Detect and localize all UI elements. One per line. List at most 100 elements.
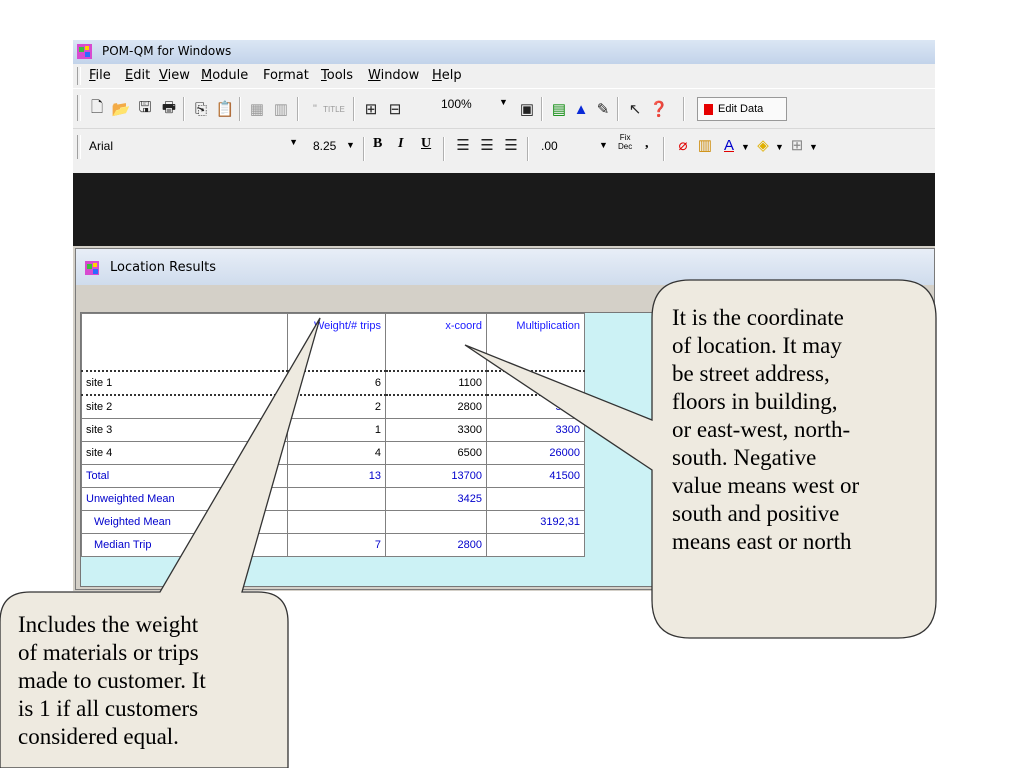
stop-icon: [704, 103, 713, 115]
color-bars-icon[interactable]: ▥: [695, 135, 715, 155]
table-row[interactable]: Median Trip 7 2800: [81, 533, 585, 557]
table-row[interactable]: Weighted Mean 3192,31: [81, 510, 585, 534]
italic-button[interactable]: I: [398, 136, 403, 152]
menu-help-key: H: [432, 68, 442, 83]
whats-this-help-icon[interactable]: ↖: [625, 99, 645, 119]
font-color-icon[interactable]: A: [719, 135, 739, 155]
bold-button[interactable]: B: [373, 136, 382, 152]
cell-multiplication[interactable]: [486, 370, 585, 396]
insert-rows-icon[interactable]: ▦: [247, 99, 267, 119]
open-folder-icon[interactable]: 📂: [111, 99, 131, 119]
decimals-select[interactable]: .00 ▼: [535, 135, 613, 157]
toolbar-separator: [183, 97, 185, 121]
cell-multiplication[interactable]: 26000: [486, 441, 585, 465]
comma-button[interactable]: ,: [645, 136, 649, 152]
cell-x-coord[interactable]: 2800: [385, 394, 487, 419]
cell-multiplication[interactable]: 5600: [486, 394, 585, 419]
save-icon[interactable]: 🖫: [135, 99, 155, 119]
menu-help[interactable]: Help: [432, 68, 462, 83]
row-label[interactable]: site 1: [81, 370, 288, 396]
cell-multiplication[interactable]: 3300: [486, 418, 585, 442]
column-width-icon[interactable]: ⊞: [361, 99, 381, 119]
font-color-dropdown-icon[interactable]: ▼: [741, 142, 750, 152]
callout-right-line: or east-west, north-: [672, 417, 851, 442]
graph-icon[interactable]: ▲: [571, 99, 591, 119]
row-label[interactable]: Weighted Mean: [81, 510, 288, 534]
menu-edit[interactable]: Edit: [125, 68, 150, 83]
help-icon[interactable]: ❓: [649, 99, 669, 119]
cell-x-coord[interactable]: 3300: [385, 418, 487, 442]
menu-window[interactable]: Window: [368, 68, 419, 83]
align-right-icon[interactable]: ☰: [501, 135, 521, 155]
row-label[interactable]: site 4: [81, 441, 288, 465]
table-row[interactable]: site 4 4 6500 26000: [81, 441, 585, 465]
standard-toolbar: 🗋 📂 🖫 🖶 ⎘ 📋 ▦ ▥ " TITLE ⊞ ⊟ 100% ▼ ▣ ▤ ▲…: [73, 88, 935, 129]
borders-dropdown-icon[interactable]: ▼: [809, 142, 818, 152]
cell-weight[interactable]: [287, 487, 386, 511]
cell-x-coord[interactable]: 13700: [385, 464, 487, 488]
menu-file[interactable]: File: [89, 68, 111, 83]
zoom-dropdown-arrow-icon[interactable]: ▼: [499, 97, 508, 107]
new-file-icon[interactable]: 🗋: [87, 99, 107, 119]
cell-x-coord[interactable]: [385, 510, 487, 534]
row-label[interactable]: site 2: [81, 394, 288, 419]
font-size-select[interactable]: 8.25 ▼: [313, 135, 357, 157]
paste-icon[interactable]: 📋: [215, 99, 235, 119]
insert-columns-icon[interactable]: ▥: [271, 99, 291, 119]
table-row[interactable]: Total 13 13700 41500: [81, 464, 585, 488]
cell-weight[interactable]: 13: [287, 464, 386, 488]
cell-weight[interactable]: [287, 510, 386, 534]
table-row[interactable]: site 2 2 2800 5600: [81, 394, 585, 419]
row-label[interactable]: Median Trip: [81, 533, 288, 557]
font-size-dropdown-arrow-icon[interactable]: ▼: [346, 140, 355, 150]
cell-weight[interactable]: 6: [287, 370, 386, 396]
row-label[interactable]: site 3: [81, 418, 288, 442]
row-height-icon[interactable]: ⊟: [385, 99, 405, 119]
window-icon[interactable]: ▣: [517, 99, 537, 119]
row-label[interactable]: Unweighted Mean: [81, 487, 288, 511]
menu-view[interactable]: View: [159, 68, 190, 83]
menu-window-key: W: [368, 68, 381, 83]
font-select[interactable]: Arial ▼: [83, 135, 298, 157]
fix-dec-button[interactable]: Fix Dec: [618, 133, 632, 151]
results-title-bar: Location Results: [76, 249, 934, 285]
solve-icon[interactable]: ▤: [549, 99, 569, 119]
table-row[interactable]: Unweighted Mean 3425: [81, 487, 585, 511]
edit-data-button[interactable]: Edit Data: [697, 97, 787, 121]
cell-x-coord[interactable]: 1100: [385, 370, 487, 396]
borders-icon[interactable]: ⊞: [787, 135, 807, 155]
align-center-icon[interactable]: ☰: [477, 135, 497, 155]
cell-weight[interactable]: 4: [287, 441, 386, 465]
underline-button[interactable]: U: [421, 136, 431, 152]
fill-color-icon[interactable]: ◈: [753, 135, 773, 155]
cell-x-coord[interactable]: 2800: [385, 533, 487, 557]
fill-color-dropdown-icon[interactable]: ▼: [775, 142, 784, 152]
print-icon[interactable]: 🖶: [159, 99, 179, 119]
decimals-dropdown-arrow-icon[interactable]: ▼: [599, 140, 608, 150]
callout-x-coord-text: It is the coordinate of location. It may…: [672, 304, 859, 556]
menu-format[interactable]: Format: [263, 68, 309, 83]
row-label[interactable]: Total: [81, 464, 288, 488]
cell-weight[interactable]: 2: [287, 394, 386, 419]
toolbar-separator: [617, 97, 619, 121]
cell-weight[interactable]: 1: [287, 418, 386, 442]
table-row[interactable]: site 1 6 1100: [81, 370, 585, 396]
align-left-icon[interactable]: ☰: [453, 135, 473, 155]
menu-module[interactable]: Module: [201, 68, 248, 83]
toolbar-grip: [77, 95, 81, 121]
table-row[interactable]: site 3 1 3300 3300: [81, 418, 585, 442]
cell-multiplication[interactable]: 3192,31: [486, 510, 585, 534]
tools-icon[interactable]: ✎: [593, 99, 613, 119]
cell-multiplication[interactable]: [486, 487, 585, 511]
copy-icon[interactable]: ⎘: [191, 99, 211, 119]
cell-weight[interactable]: 7: [287, 533, 386, 557]
menu-tools[interactable]: Tools: [321, 68, 353, 83]
cell-multiplication[interactable]: [486, 533, 585, 557]
cell-x-coord[interactable]: 6500: [385, 441, 487, 465]
zoom-select[interactable]: 100% ▼: [441, 97, 511, 119]
cell-x-coord[interactable]: 3425: [385, 487, 487, 511]
cell-multiplication[interactable]: 41500: [486, 464, 585, 488]
zero-icon[interactable]: ⌀: [673, 135, 693, 155]
font-dropdown-arrow-icon[interactable]: ▼: [289, 137, 298, 147]
title-icon[interactable]: TITLE: [321, 99, 347, 119]
